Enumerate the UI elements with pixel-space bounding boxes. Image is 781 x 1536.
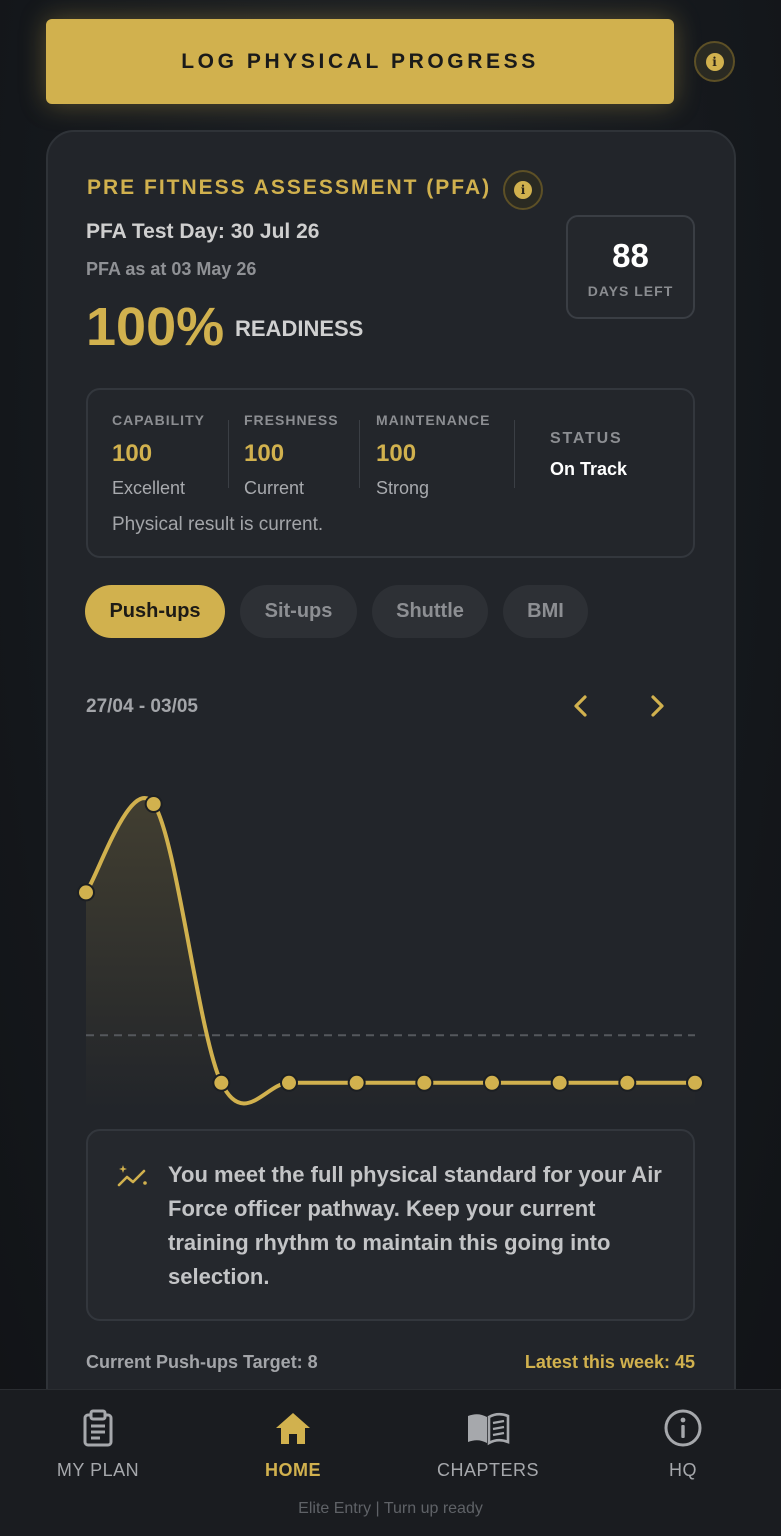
home-icon xyxy=(276,1413,310,1444)
insight-text: You meet the full physical standard for … xyxy=(168,1162,662,1289)
data-point[interactable] xyxy=(144,795,163,813)
data-point[interactable] xyxy=(550,1073,569,1092)
latest-this-week: Latest this week: 45 xyxy=(524,1352,695,1372)
chart-area-fill xyxy=(86,798,695,1110)
data-point[interactable] xyxy=(77,883,95,902)
nav-label: HQ xyxy=(669,1460,697,1480)
data-point[interactable] xyxy=(280,1073,298,1092)
nav-item-my-plan[interactable]: MY PLAN xyxy=(18,1408,178,1481)
data-point[interactable] xyxy=(212,1073,231,1092)
data-point[interactable] xyxy=(415,1073,434,1092)
app-tagline: Elite Entry | Turn up ready xyxy=(298,1500,483,1517)
insight-panel: You meet the full physical standard for … xyxy=(86,1129,695,1321)
data-point[interactable] xyxy=(347,1073,366,1092)
nav-label: CHAPTERS xyxy=(436,1460,539,1480)
data-point[interactable] xyxy=(483,1073,501,1092)
book-icon xyxy=(468,1412,510,1446)
data-point[interactable] xyxy=(618,1073,637,1092)
nav-label: MY PLAN xyxy=(56,1460,140,1480)
info-icon xyxy=(664,1409,702,1447)
nav-item-hq[interactable]: HQ xyxy=(603,1408,763,1481)
bottom-nav: MY PLAN HOME CHAPTERS HQ Elite Entry | T… xyxy=(0,1389,781,1536)
current-target: Current Push-ups Target: 8 xyxy=(86,1352,318,1372)
clipboard-icon xyxy=(83,1409,113,1447)
nav-item-chapters[interactable]: CHAPTERS xyxy=(408,1408,568,1481)
nav-label: HOME xyxy=(265,1460,321,1480)
nav-item-home[interactable]: HOME xyxy=(213,1408,373,1481)
sparkle-trend-icon xyxy=(117,1165,147,1187)
data-point[interactable] xyxy=(686,1073,704,1092)
